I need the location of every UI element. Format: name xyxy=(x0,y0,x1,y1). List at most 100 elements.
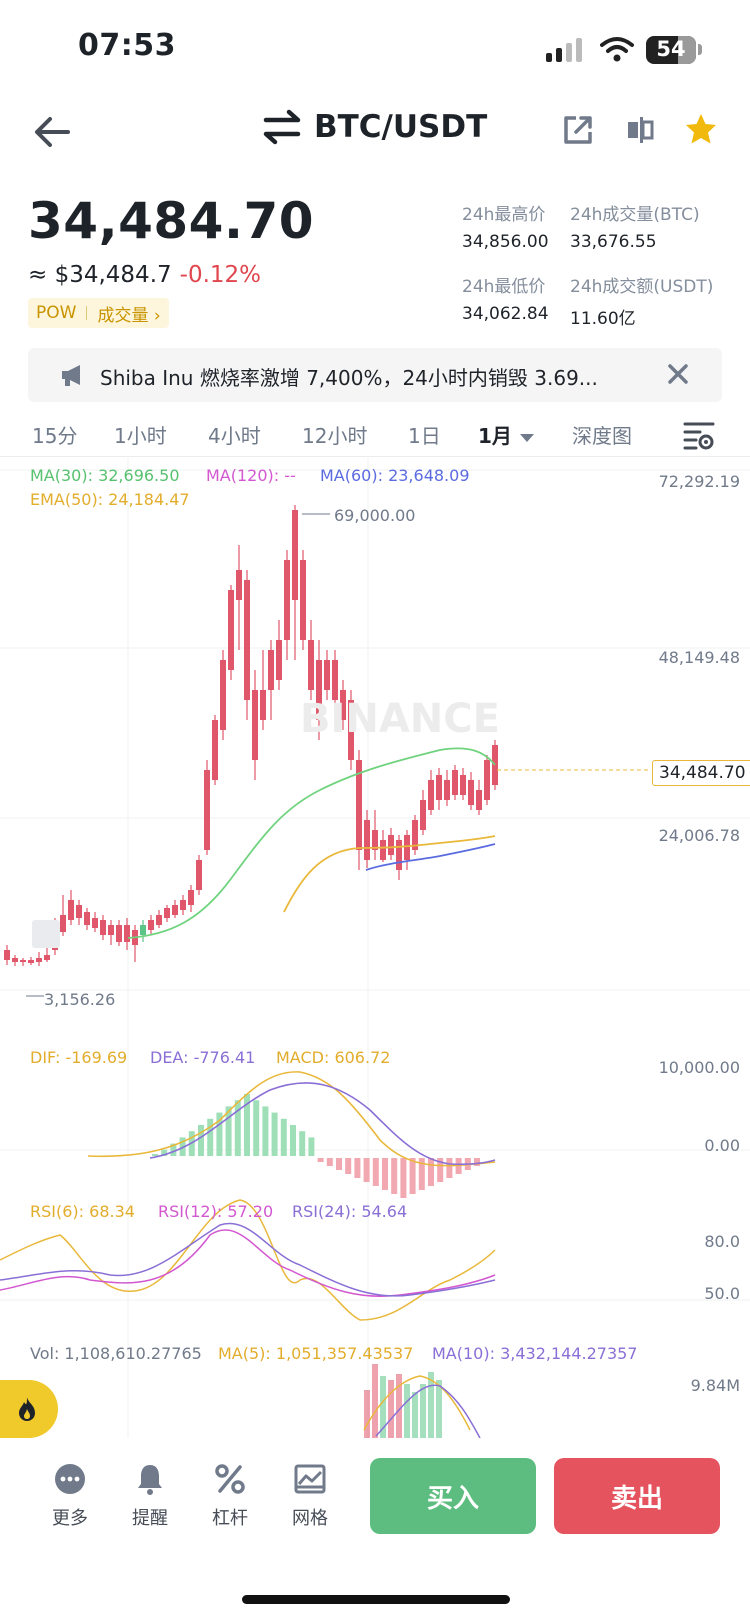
tab-1d[interactable]: 1日 xyxy=(408,420,441,449)
binance-watermark: BINANCE xyxy=(300,696,500,742)
macd-bar xyxy=(391,1158,398,1194)
favorite-star-icon[interactable] xyxy=(684,112,718,146)
rsi24-line xyxy=(0,1222,496,1297)
price-axis-top: 72,292.19 xyxy=(658,472,740,491)
macd-bar xyxy=(372,1158,379,1186)
macd-bar xyxy=(428,1158,434,1186)
candle-body xyxy=(476,790,482,810)
share-icon[interactable] xyxy=(562,114,594,146)
volume-bar xyxy=(364,1390,370,1438)
candle-body xyxy=(188,890,194,905)
macd-bar xyxy=(198,1125,204,1156)
tab-15m[interactable]: 15分 xyxy=(32,420,77,449)
news-text: Shiba Inu 燃烧率激增 7,400%，24小时内销毁 3.69... xyxy=(100,366,598,390)
volume-usdt-label: 24h成交额(USDT) xyxy=(570,277,714,297)
macd-bar xyxy=(152,1154,158,1156)
ma60-legend: MA(60): 23,648.09 xyxy=(320,466,470,485)
price-sub-row: ≈ $34,484.7 -0.12% xyxy=(28,262,261,288)
candle-body xyxy=(196,860,202,890)
macd-bar xyxy=(271,1112,278,1156)
candle-body xyxy=(380,840,386,860)
tab-1m[interactable]: 1月 xyxy=(478,420,534,449)
leverage-label: 杠杆 xyxy=(212,1508,248,1529)
low-value: 34,062.84 xyxy=(462,304,549,324)
fire-icon xyxy=(19,1397,35,1421)
tab-1h[interactable]: 1小时 xyxy=(114,420,167,449)
dea-legend: DEA: -776.41 xyxy=(150,1048,256,1067)
pow-tag[interactable]: POW 成交量 › xyxy=(28,298,169,328)
ma120-legend: MA(120): -- xyxy=(206,466,296,485)
pair-title: BTC/USDT xyxy=(314,109,488,145)
candle-body xyxy=(396,840,402,870)
status-time: 07:53 xyxy=(78,28,176,63)
volume-bar xyxy=(412,1392,418,1438)
candle-body xyxy=(44,955,50,960)
rsi24-legend: RSI(24): 54.64 xyxy=(292,1202,408,1221)
candle-body xyxy=(468,780,474,805)
leverage-button[interactable]: 杠杆 xyxy=(200,1462,260,1530)
candle-body xyxy=(236,570,242,600)
close-icon[interactable] xyxy=(664,360,692,388)
macd-bar xyxy=(363,1158,370,1182)
more-icon xyxy=(55,1464,85,1494)
candle-body xyxy=(28,960,34,963)
candle-body xyxy=(116,925,122,942)
chart-settings-icon[interactable] xyxy=(682,418,716,452)
more-button[interactable]: 更多 xyxy=(40,1462,100,1530)
tab-depth[interactable]: 深度图 xyxy=(572,420,632,449)
tab-1m-label: 1月 xyxy=(478,424,512,448)
candle-body xyxy=(140,925,146,935)
alert-button[interactable]: 提醒 xyxy=(120,1462,180,1530)
candle-body xyxy=(436,775,442,800)
tab-12h[interactable]: 12小时 xyxy=(302,420,367,449)
candle-body xyxy=(332,660,338,700)
swap-icon xyxy=(263,109,301,145)
candle-body xyxy=(308,640,314,690)
candle-body xyxy=(156,915,162,925)
grid-button[interactable]: 网格 xyxy=(280,1462,340,1530)
volume-ma5-legend: MA(5): 1,051,357.43537 xyxy=(218,1344,414,1363)
candle-body xyxy=(252,690,258,760)
compare-icon[interactable] xyxy=(624,114,656,146)
candle-body xyxy=(324,660,330,690)
volume-bar xyxy=(388,1380,394,1438)
candle-body xyxy=(60,915,66,932)
buy-button[interactable]: 买入 xyxy=(370,1458,536,1534)
rsi-axis-80: 80.0 xyxy=(704,1232,740,1251)
candle-body xyxy=(148,920,154,930)
news-banner[interactable]: Shiba Inu 燃烧率激增 7,400%，24小时内销毁 3.69... xyxy=(28,348,722,402)
volume-link: 成交量 › xyxy=(97,305,161,326)
candle-body xyxy=(284,560,290,640)
chevron-down-icon xyxy=(519,433,534,442)
volume-legend: Vol: 1,108,610.27765 xyxy=(30,1344,202,1363)
pair-selector[interactable]: BTC/USDT xyxy=(262,108,487,146)
macd-bar xyxy=(409,1158,416,1194)
battery-tip xyxy=(698,44,702,55)
volume-btc-value: 33,676.55 xyxy=(570,232,657,252)
macd-bar xyxy=(382,1158,388,1190)
macd-bar xyxy=(207,1118,214,1156)
min-price-marker: 3,156.26 xyxy=(44,990,116,1009)
volume-ma10-legend: MA(10): 3,432,144.27357 xyxy=(432,1344,638,1363)
back-arrow-icon[interactable] xyxy=(30,112,74,152)
volume-btc-label: 24h成交量(BTC) xyxy=(570,205,700,225)
macd-bar xyxy=(299,1131,306,1156)
percent-icon xyxy=(215,1464,245,1494)
status-bar: 07:53 54 xyxy=(0,0,750,100)
price-change: -0.12% xyxy=(179,262,262,288)
megaphone-icon xyxy=(62,365,80,386)
candle-body xyxy=(292,510,298,600)
ema50-legend: EMA(50): 24,184.47 xyxy=(30,490,190,509)
volume-bar xyxy=(404,1384,410,1438)
tab-4h[interactable]: 4小时 xyxy=(208,420,261,449)
macd-bar xyxy=(336,1158,342,1170)
sell-button[interactable]: 卖出 xyxy=(554,1458,720,1534)
candle-body xyxy=(300,560,306,640)
battery-icon: 54 xyxy=(646,36,696,64)
candle-body xyxy=(444,780,450,800)
interval-tabs: 15分 1小时 4小时 12小时 1日 1月 深度图 xyxy=(0,414,750,458)
candle-body xyxy=(220,660,226,730)
candle-body xyxy=(204,770,210,850)
macd-legend: MACD: 606.72 xyxy=(276,1048,391,1067)
hot-button[interactable] xyxy=(0,1380,58,1438)
